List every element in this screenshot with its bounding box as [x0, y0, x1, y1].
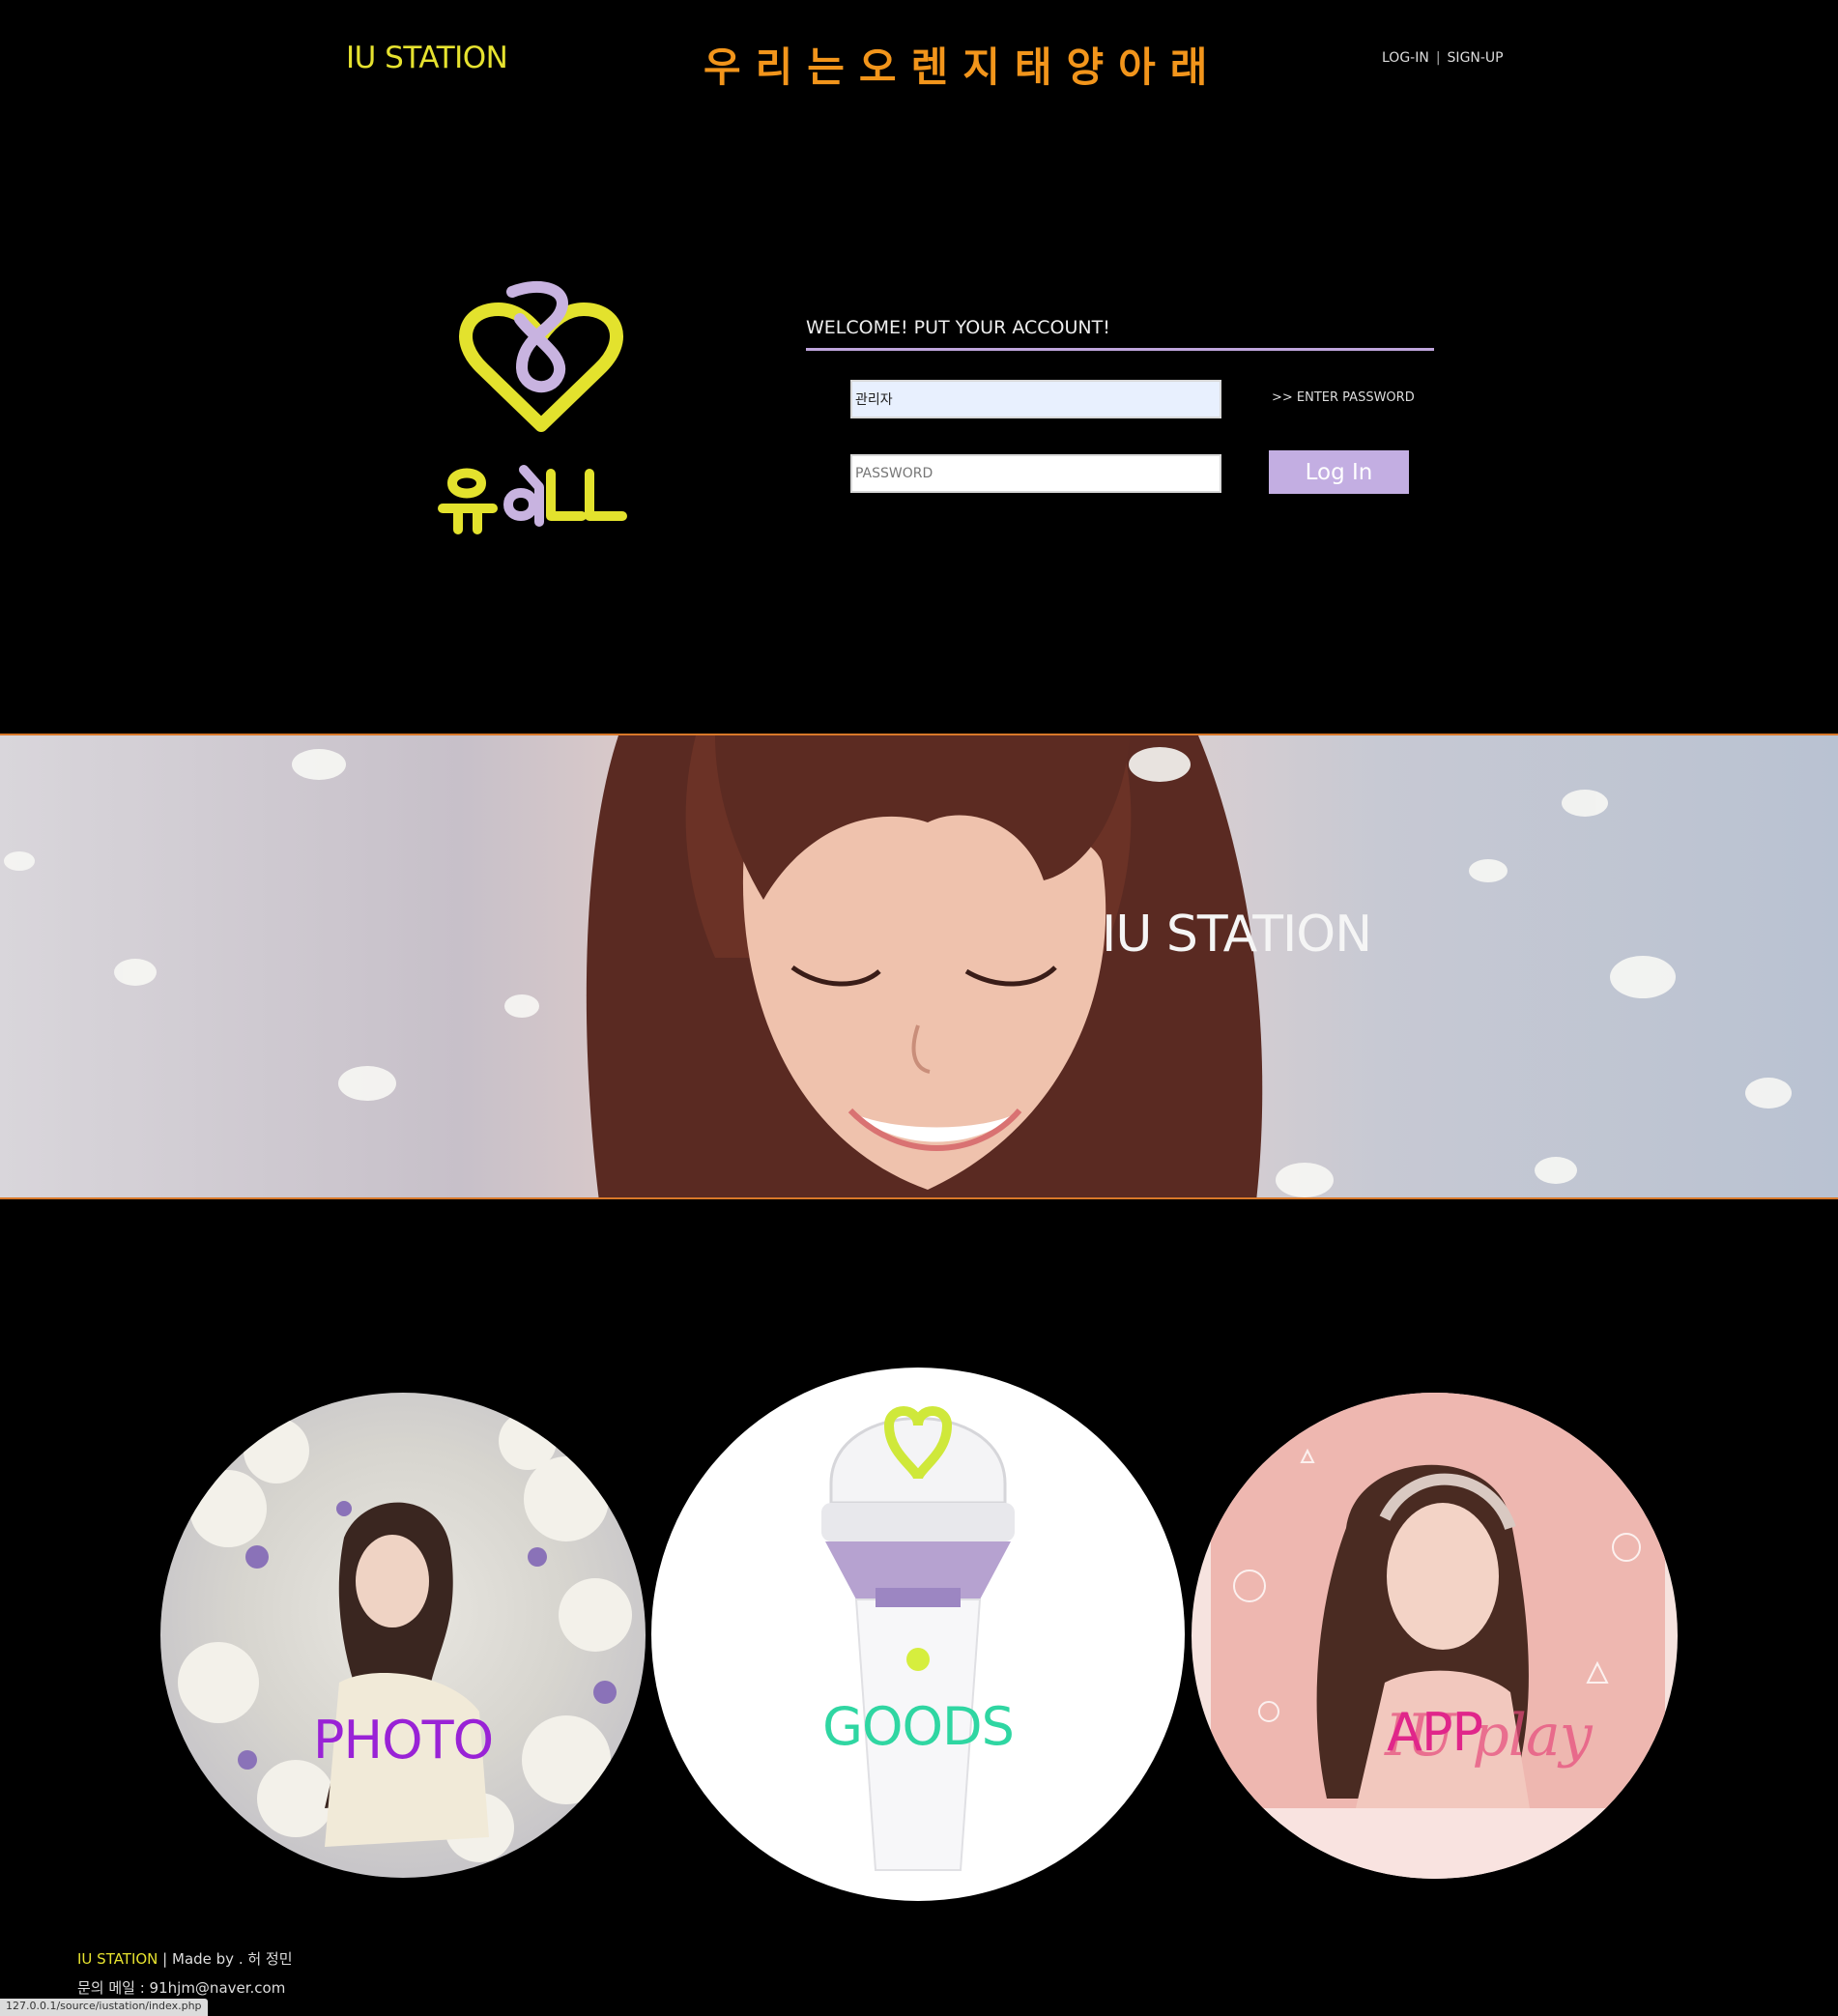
goods-category[interactable]: GOODS: [651, 1368, 1185, 1901]
site-header: IU STATION 우리는오렌지태양아래 LOG-IN | SIGN-UP: [0, 0, 1838, 116]
banner-title: IU STATION: [1102, 906, 1372, 964]
user-id-input[interactable]: [850, 380, 1221, 418]
footer-brand: IU STATION: [77, 1950, 158, 1968]
welcome-divider: [806, 348, 1434, 351]
app-thumbnail: [1211, 1393, 1665, 1879]
login-link[interactable]: LOG-IN: [1382, 50, 1429, 66]
browser-status-url: 127.0.0.1/source/iustation/index.php: [0, 1999, 208, 2016]
hero-banner: IU STATION: [0, 734, 1838, 1199]
footer-made-by: | Made by . 허 정민: [158, 1950, 293, 1968]
footer-credit: IU STATION | Made by . 허 정민: [77, 1944, 293, 1973]
photo-thumbnail: [178, 1412, 632, 1862]
site-slogan: 우리는오렌지태양아래: [704, 43, 1222, 91]
signup-link[interactable]: SIGN-UP: [1448, 50, 1504, 66]
auth-links: LOG-IN | SIGN-UP: [1382, 50, 1504, 66]
uaena-logo-icon: [438, 280, 627, 534]
password-input[interactable]: [850, 454, 1221, 493]
app-category[interactable]: IU play APP: [1192, 1393, 1678, 1879]
auth-separator: |: [1435, 50, 1441, 66]
welcome-heading: WELCOME! PUT YOUR ACCOUNT!: [806, 317, 1110, 338]
hero-photo: [4, 735, 1792, 1197]
photo-label: PHOTO: [312, 1710, 494, 1771]
password-hint: >> ENTER PASSWORD: [1272, 390, 1415, 405]
login-button[interactable]: Log In: [1269, 450, 1409, 494]
lightstick-icon: [821, 1406, 1015, 1871]
photo-category[interactable]: PHOTO: [160, 1393, 646, 1878]
app-label: APP: [1387, 1702, 1483, 1763]
site-brand[interactable]: IU STATION: [346, 41, 508, 75]
site-footer: IU STATION | Made by . 허 정민 문의 메일 : 91hj…: [77, 1944, 293, 2002]
uaena-logo: [425, 280, 657, 570]
goods-label: GOODS: [822, 1696, 1015, 1757]
